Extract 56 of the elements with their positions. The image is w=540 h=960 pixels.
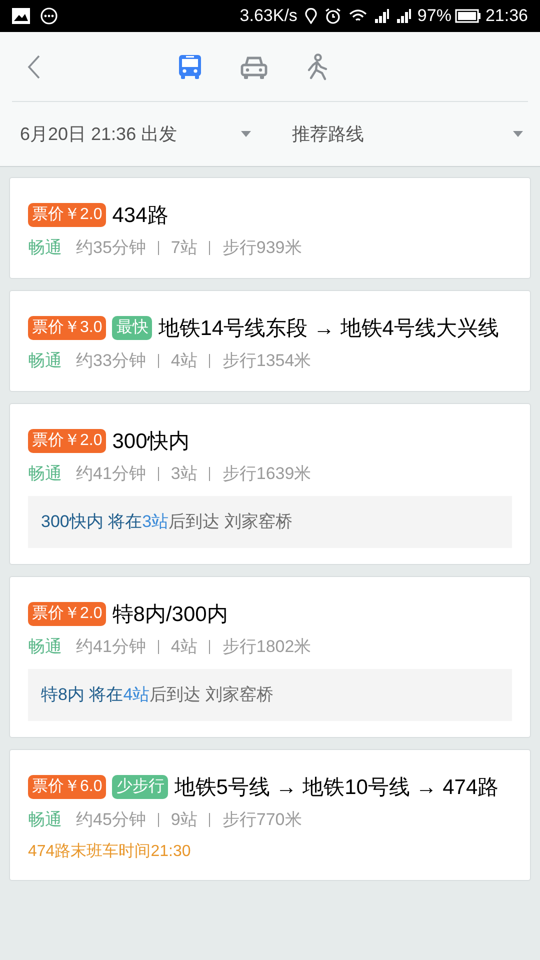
fare-badge: 票价￥2.0	[28, 429, 106, 453]
fare-badge: 票价￥6.0	[28, 775, 106, 799]
image-icon	[12, 8, 30, 24]
traffic-status: 畅通	[28, 809, 62, 831]
stops-text: 9站	[170, 809, 198, 831]
route-tag: 少步行	[112, 775, 168, 799]
arrival-notice: 特8内 将在4站后到达 刘家窑桥	[28, 669, 512, 721]
route-card[interactable]: 票价￥2.0 434路 畅通 约35分钟 7站 步行939米	[9, 177, 531, 279]
fare-badge: 票价￥3.0	[28, 316, 106, 340]
duration-text: 约33分钟	[76, 350, 146, 372]
battery-level: 97%	[417, 5, 452, 28]
signal-icon	[397, 9, 414, 23]
route-card[interactable]: 票价￥6.0 少步行 地铁5号线 → 地铁10号线 → 474路 畅通 约45分钟 9站 步行770米 474路末班车时间21:30	[9, 749, 531, 881]
traffic-status: 畅通	[28, 636, 62, 658]
walk-distance: 步行1639米	[222, 463, 312, 485]
duration-text: 约35分钟	[76, 237, 146, 259]
route-tag: 最快	[112, 316, 152, 340]
fare-badge: 票价￥2.0	[28, 203, 106, 227]
last-bus-notice: 474路末班车时间21:30	[28, 842, 192, 862]
duration-text: 约41分钟	[76, 636, 146, 658]
route-title: 300快内	[112, 430, 190, 453]
route-card[interactable]: 票价￥2.0 300快内 畅通 约41分钟 3站 步行1639米 300快内 将在3站后到达 刘家窑桥	[9, 403, 531, 565]
signal-icon	[375, 9, 392, 23]
traffic-status: 畅通	[28, 463, 62, 485]
route-title: 特8内/300内	[112, 603, 228, 626]
walk-distance: 步行939米	[222, 237, 302, 259]
arrival-notice: 300快内 将在3站后到达 刘家窑桥	[28, 496, 512, 548]
fare-badge: 票价￥2.0	[28, 602, 106, 626]
filter-dropdown[interactable]: 推荐路线	[274, 120, 528, 148]
stops-text: 3站	[170, 463, 198, 485]
duration-text: 约45分钟	[76, 809, 146, 831]
walk-distance: 步行770米	[222, 809, 302, 831]
filter-dropdown[interactable]: 6月20日 21:36 出发	[12, 120, 274, 148]
more-icon	[40, 7, 58, 25]
battery-icon	[455, 9, 482, 23]
alarm-icon	[325, 8, 342, 24]
stops-text: 7站	[170, 237, 198, 259]
route-card[interactable]: 票价￥2.0 特8内/300内 畅通 约41分钟 4站 步行1802米 特8内 将在4站后到达 刘家窑桥	[9, 576, 531, 738]
stops-text: 4站	[170, 350, 198, 372]
network-speed: 3.63K/s	[240, 5, 298, 28]
route-title: 地铁5号线 → 地铁10号线 → 474路	[174, 776, 499, 799]
route-card[interactable]: 票价￥3.0 最快 地铁14号线东段 → 地铁4号线大兴线 畅通 约33分钟 4站 步行1354米	[9, 290, 531, 392]
bus-icon	[176, 52, 204, 80]
route-title: 434路	[112, 204, 168, 227]
stops-text: 4站	[170, 636, 198, 658]
traffic-status: 畅通	[28, 237, 62, 259]
dropdown-caret-icon	[240, 130, 252, 138]
walk-distance: 步行1354米	[222, 350, 312, 372]
traffic-status: 畅通	[28, 350, 62, 372]
dropdown-caret-icon	[512, 130, 524, 138]
route-title: 地铁14号线东段 → 地铁4号线大兴线	[158, 317, 499, 340]
clock: 21:36	[485, 5, 528, 28]
wifi-icon	[349, 9, 368, 23]
walk-distance: 步行1802米	[222, 636, 312, 658]
location-icon	[305, 8, 318, 24]
duration-text: 约41分钟	[76, 463, 146, 485]
